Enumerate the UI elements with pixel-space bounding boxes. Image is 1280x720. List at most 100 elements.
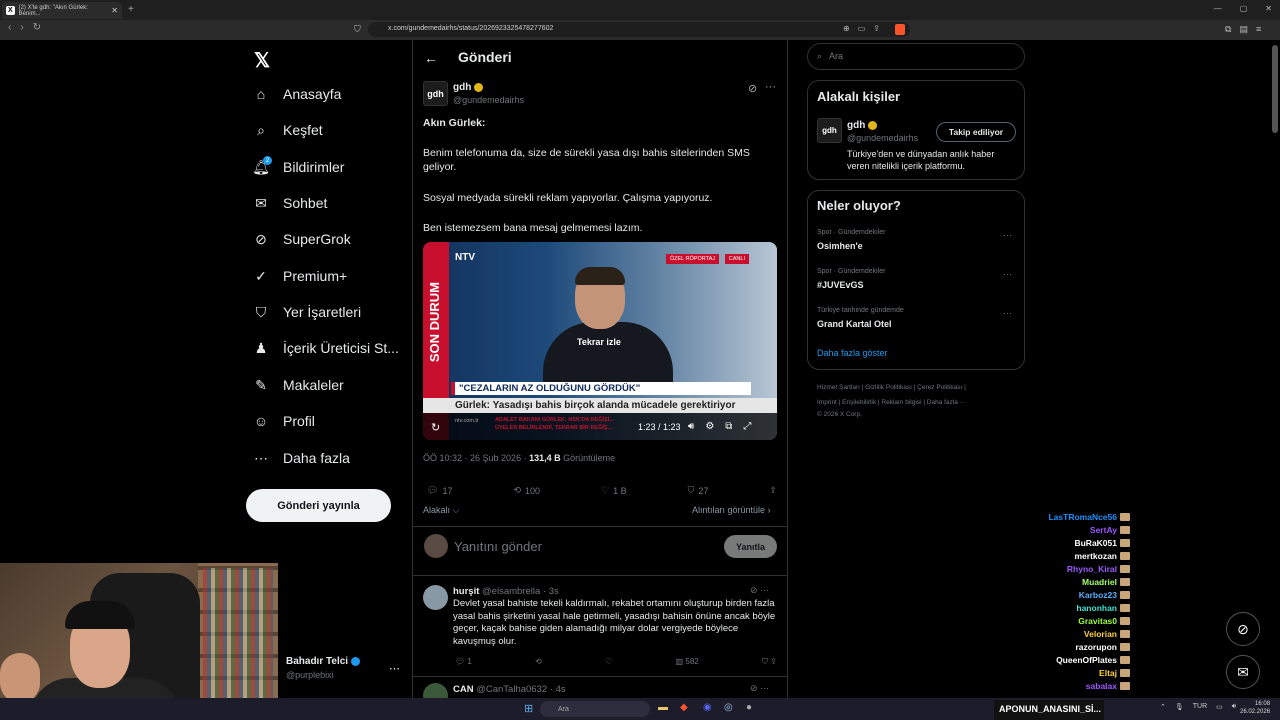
- trend-more-icon[interactable]: ···: [1003, 230, 1012, 240]
- taskbar-search[interactable]: Ara: [540, 701, 650, 717]
- volume-tray-icon[interactable]: 🔊︎: [1232, 703, 1236, 711]
- settings-icon[interactable]: ⚙: [705, 421, 714, 432]
- taskbar-clock[interactable]: 16:08 26.02.2026: [1240, 700, 1270, 716]
- brave-shield-icon[interactable]: [895, 24, 905, 35]
- sidebar-item-daha-fazla[interactable]: ⋯ Daha fazla: [253, 450, 350, 467]
- person-handle[interactable]: @gundemedairhs: [847, 133, 918, 143]
- sidebar-item-supergrok[interactable]: ⊘ SuperGrok: [253, 231, 351, 248]
- reply-button[interactable]: Yanıtla: [724, 535, 777, 558]
- sidebar-item-sohbet[interactable]: ✉ Sohbet: [253, 195, 327, 212]
- reply-repost-icon[interactable]: ⟲: [535, 657, 542, 667]
- maximize-icon[interactable]: ▢: [1240, 4, 1248, 13]
- trend-item[interactable]: Osimhen'e: [817, 241, 863, 251]
- cast-icon[interactable]: ▭: [858, 24, 866, 33]
- bookmark-action[interactable]: ⛉ 27: [688, 485, 709, 496]
- reply-like-icon[interactable]: ♡: [605, 657, 612, 667]
- post-button[interactable]: Gönderi yayınla: [246, 489, 391, 522]
- sidebar-item-keşfet[interactable]: ⌕ Keşfet: [253, 122, 323, 139]
- repost-action[interactable]: ⟲ 100: [513, 485, 540, 496]
- trend-more-icon[interactable]: ···: [1003, 308, 1012, 318]
- author-avatar[interactable]: gdh: [423, 81, 448, 106]
- sidebar-item-yer-i-şaretleri[interactable]: ⛉ Yer İşaretleri: [253, 304, 361, 321]
- show-more-link[interactable]: Daha fazla göster: [817, 348, 888, 358]
- share-icon[interactable]: ⇪: [873, 24, 880, 33]
- reload-icon[interactable]: ↻: [33, 22, 41, 33]
- forward-icon[interactable]: ›: [20, 22, 23, 33]
- post-more-icon[interactable]: ···: [765, 81, 776, 93]
- trend-item[interactable]: #JUVEvGS: [817, 280, 864, 290]
- back-arrow-icon[interactable]: ←: [424, 50, 438, 66]
- footer-links-1[interactable]: Hizmet Şartları | Gizlilik Politikası | …: [817, 384, 966, 391]
- author-name[interactable]: gdh: [453, 82, 484, 93]
- back-icon[interactable]: ‹: [8, 22, 11, 33]
- sidebar-item-i-çerik-üreticisi-st-[interactable]: ♟ İçerik Üreticisi St...: [253, 340, 399, 357]
- replay-icon[interactable]: ↻: [431, 421, 440, 434]
- reply-action[interactable]: 💬︎ 17: [427, 485, 452, 496]
- minimize-icon[interactable]: —: [1214, 4, 1222, 13]
- reply-reply-action[interactable]: 💬︎ 1: [455, 657, 472, 667]
- file-explorer-icon[interactable]: ▬: [658, 702, 668, 713]
- reply-views-action[interactable]: ▥ 582: [676, 657, 699, 667]
- like-action[interactable]: ♡ 1 B: [601, 485, 627, 496]
- grok-float-button[interactable]: ⊘: [1226, 612, 1260, 646]
- network-icon[interactable]: ▭: [1216, 703, 1223, 711]
- extensions-icon[interactable]: ⧉: [1225, 24, 1231, 35]
- sidebar-item-profil[interactable]: ☺ Profil: [253, 413, 315, 429]
- chat-message: Gravitas0: [1078, 616, 1130, 626]
- person-avatar[interactable]: gdh: [817, 118, 842, 143]
- x-logo-icon[interactable]: 𝕏: [254, 48, 270, 73]
- volume-icon[interactable]: 🔊︎: [688, 421, 694, 432]
- chat-username: Velorian: [1083, 629, 1117, 639]
- lang-indicator[interactable]: TUR: [1193, 703, 1207, 711]
- article-icon: ✎: [255, 376, 267, 393]
- replay-label[interactable]: Tekrar izle: [577, 337, 621, 347]
- bookmark-page-icon[interactable]: ⛉: [354, 24, 361, 35]
- obs-icon[interactable]: ●: [746, 702, 752, 713]
- reply-bookmark-icon[interactable]: ⛉ ⇪: [762, 657, 777, 667]
- messages-float-button[interactable]: ✉: [1226, 655, 1260, 689]
- following-button[interactable]: Takip ediliyor: [936, 122, 1016, 142]
- sidebar-item-makaleler[interactable]: ✎ Makaleler: [253, 376, 344, 394]
- author-handle[interactable]: @gundemedairhs: [453, 95, 524, 105]
- view-quotes-link[interactable]: Alıntıları görüntüle ›: [692, 505, 771, 515]
- trend-more-icon[interactable]: ···: [1003, 269, 1012, 279]
- notification-badge: 2: [263, 156, 272, 165]
- page-scrollbar[interactable]: [1272, 45, 1278, 133]
- mic-icon[interactable]: 🎙︎: [1175, 703, 1184, 711]
- windows-start-icon[interactable]: ⊞: [524, 702, 533, 715]
- menu-icon[interactable]: ≡: [1256, 24, 1261, 35]
- discord-icon[interactable]: ◉: [703, 702, 712, 713]
- reply-avatar[interactable]: [423, 585, 448, 610]
- tray-chevron-icon[interactable]: ⌃: [1160, 703, 1166, 711]
- zoom-icon[interactable]: ⊕: [843, 24, 850, 33]
- fullscreen-icon[interactable]: ⤢: [743, 421, 751, 432]
- grok-icon[interactable]: ⊘: [748, 82, 757, 95]
- search-input[interactable]: [829, 51, 1009, 61]
- account-more-icon[interactable]: ⋯: [389, 662, 400, 675]
- post-timestamp[interactable]: ÖÖ 10:32 · 26 Şub 2026 ·: [423, 453, 529, 463]
- close-tab-icon[interactable]: ✕: [111, 6, 118, 15]
- browser-tab[interactable]: X (2) X'te gdh: "Akın Gürlek: Benim... ✕: [2, 2, 122, 19]
- pip-icon[interactable]: ⧉: [725, 421, 732, 432]
- url-text[interactable]: x.com/gundemedairhs/status/2026923325478…: [388, 25, 553, 32]
- video-player[interactable]: SON DURUM NTV ÖZEL RÖPORTAJ CANLI Tekrar…: [423, 242, 777, 440]
- person-name[interactable]: gdh: [847, 120, 878, 131]
- footer-links-2[interactable]: Imprint | Erişilebilirlik | Reklam bilgi…: [817, 399, 966, 406]
- reply-author-name-2: CAN: [453, 684, 474, 695]
- close-window-icon[interactable]: ✕: [1265, 4, 1272, 13]
- sidebar-icon[interactable]: ▤: [1239, 24, 1248, 35]
- reply-more-icon-2[interactable]: ⊘ ···: [750, 683, 769, 694]
- steam-icon[interactable]: ◎: [724, 702, 733, 713]
- reply-input[interactable]: Yanıtını gönder: [454, 539, 542, 554]
- brave-taskbar-icon[interactable]: ◆: [680, 702, 688, 713]
- reply-author-2[interactable]: CAN @CanTalha0632 · 4s: [453, 684, 566, 695]
- trend-item[interactable]: Grand Kartal Otel: [817, 319, 892, 329]
- new-tab-button[interactable]: +: [128, 4, 134, 15]
- sort-relevant-dropdown[interactable]: Alakalı ⌵: [423, 505, 459, 516]
- share-action[interactable]: ⇪: [769, 485, 777, 496]
- reply-author[interactable]: hurşit @elsambrella · 3s: [453, 586, 559, 597]
- sidebar-item-premium-[interactable]: ✓ Premium+: [253, 268, 347, 285]
- account-name[interactable]: Bahadır Telci: [286, 656, 361, 667]
- sidebar-item-anasayfa[interactable]: ⌂ Anasayfa: [253, 86, 342, 102]
- reply-more-icon[interactable]: ⊘ ···: [750, 585, 769, 596]
